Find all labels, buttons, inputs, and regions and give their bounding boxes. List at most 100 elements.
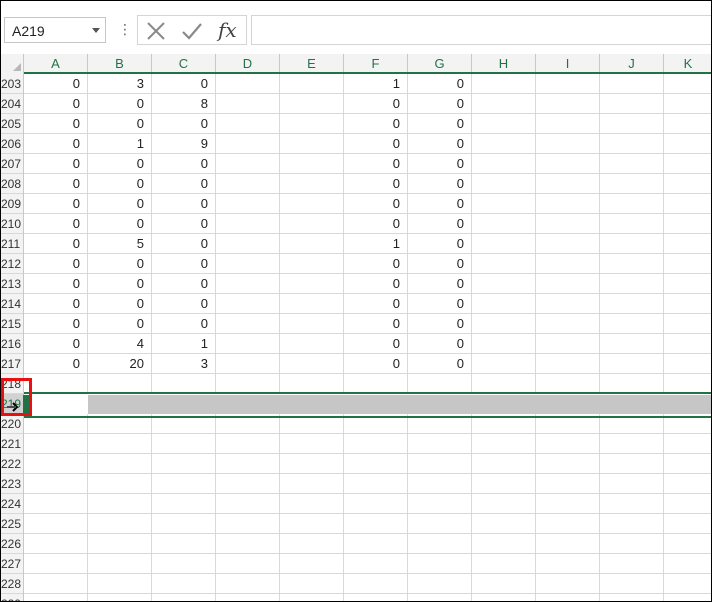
cell-grid[interactable]: 0 20 3 0 0 0 4 1 0 0 0 0 0 0 0 0 0 0 0 0 0 0 0 0 0 0 0 0 0 0 0 5 0 1 0 0 0 0 0… <box>24 74 711 601</box>
insert-function-icon[interactable]: fx <box>218 16 242 42</box>
column-header-d[interactable]: D <box>216 54 280 72</box>
cell-d204[interactable] <box>216 94 280 114</box>
cell-c217[interactable]: 3 <box>152 354 216 374</box>
cell-b212[interactable]: 0 <box>88 254 152 274</box>
cell-c214[interactable]: 0 <box>152 294 216 314</box>
cell-g207[interactable]: 0 <box>408 154 472 174</box>
cell-g222[interactable] <box>408 454 472 474</box>
cell-e226[interactable] <box>280 534 344 554</box>
cell-c218[interactable] <box>152 374 216 394</box>
cell-d213[interactable] <box>216 274 280 294</box>
column-header-j[interactable]: J <box>600 54 664 72</box>
cell-c220[interactable] <box>152 414 216 434</box>
cell-g228[interactable] <box>408 574 472 594</box>
cell-g205[interactable]: 0 <box>408 114 472 134</box>
cell-d212[interactable] <box>216 254 280 274</box>
cell-d223[interactable] <box>216 474 280 494</box>
cell-h213[interactable] <box>472 274 536 294</box>
cell-e212[interactable] <box>280 254 344 274</box>
cell-b217[interactable]: 20 <box>88 354 152 374</box>
cell-f207[interactable]: 0 <box>344 154 408 174</box>
cell-b209[interactable]: 0 <box>88 194 152 214</box>
cell-i222[interactable] <box>536 454 600 474</box>
cell-h216[interactable] <box>472 334 536 354</box>
cell-k226[interactable] <box>664 534 711 554</box>
cell-f223[interactable] <box>344 474 408 494</box>
cell-k206[interactable] <box>664 134 711 154</box>
cell-e224[interactable] <box>280 494 344 514</box>
formula-input[interactable] <box>251 15 711 45</box>
cell-h228[interactable] <box>472 574 536 594</box>
cell-d215[interactable] <box>216 314 280 334</box>
cell-b204[interactable]: 0 <box>88 94 152 114</box>
cell-i227[interactable] <box>536 554 600 574</box>
cell-a217[interactable]: 0 <box>24 354 88 374</box>
cell-k215[interactable] <box>664 314 711 334</box>
cell-b205[interactable]: 0 <box>88 114 152 134</box>
cell-e207[interactable] <box>280 154 344 174</box>
cell-d203[interactable] <box>216 74 280 94</box>
cell-k229[interactable] <box>664 594 711 601</box>
cell-g215[interactable]: 0 <box>408 314 472 334</box>
cell-j208[interactable] <box>600 174 664 194</box>
cell-d207[interactable] <box>216 154 280 174</box>
row-header-216[interactable]: 216 <box>1 334 23 354</box>
cell-i216[interactable] <box>536 334 600 354</box>
cell-i229[interactable] <box>536 594 600 601</box>
cell-h226[interactable] <box>472 534 536 554</box>
cell-c215[interactable]: 0 <box>152 314 216 334</box>
cell-j204[interactable] <box>600 94 664 114</box>
row-header-228[interactable]: 228 <box>1 574 23 594</box>
cell-f210[interactable]: 0 <box>344 214 408 234</box>
cell-f208[interactable]: 0 <box>344 174 408 194</box>
row-header-205[interactable]: 205 <box>1 114 23 134</box>
cell-h211[interactable] <box>472 234 536 254</box>
cell-d214[interactable] <box>216 294 280 314</box>
cell-c212[interactable]: 0 <box>152 254 216 274</box>
cell-g212[interactable]: 0 <box>408 254 472 274</box>
cell-h205[interactable] <box>472 114 536 134</box>
cell-d220[interactable] <box>216 414 280 434</box>
cell-c226[interactable] <box>152 534 216 554</box>
cell-d216[interactable] <box>216 334 280 354</box>
cell-i210[interactable] <box>536 214 600 234</box>
cell-j210[interactable] <box>600 214 664 234</box>
cell-j223[interactable] <box>600 474 664 494</box>
cell-b206[interactable]: 1 <box>88 134 152 154</box>
name-box[interactable]: A219 <box>4 17 106 43</box>
cell-h209[interactable] <box>472 194 536 214</box>
cell-c204[interactable]: 8 <box>152 94 216 114</box>
cell-j207[interactable] <box>600 154 664 174</box>
cell-k227[interactable] <box>664 554 711 574</box>
cell-e213[interactable] <box>280 274 344 294</box>
cell-b213[interactable]: 0 <box>88 274 152 294</box>
cell-k224[interactable] <box>664 494 711 514</box>
cell-a213[interactable]: 0 <box>24 274 88 294</box>
cell-f216[interactable]: 0 <box>344 334 408 354</box>
cell-a212[interactable]: 0 <box>24 254 88 274</box>
cell-f212[interactable]: 0 <box>344 254 408 274</box>
row-header-217[interactable]: 217 <box>1 354 23 374</box>
cell-e215[interactable] <box>280 314 344 334</box>
cell-c210[interactable]: 0 <box>152 214 216 234</box>
row-header-212[interactable]: 212 <box>1 254 23 274</box>
cell-i224[interactable] <box>536 494 600 514</box>
cell-j222[interactable] <box>600 454 664 474</box>
cell-j229[interactable] <box>600 594 664 601</box>
row-header-220[interactable]: 220 <box>1 414 23 434</box>
cell-e228[interactable] <box>280 574 344 594</box>
cell-b208[interactable]: 0 <box>88 174 152 194</box>
cell-a222[interactable] <box>24 454 88 474</box>
cell-b218[interactable] <box>88 374 152 394</box>
cell-i220[interactable] <box>536 414 600 434</box>
column-header-e[interactable]: E <box>280 54 344 72</box>
cell-g221[interactable] <box>408 434 472 454</box>
cell-d228[interactable] <box>216 574 280 594</box>
cell-e217[interactable] <box>280 354 344 374</box>
cell-f226[interactable] <box>344 534 408 554</box>
cell-c227[interactable] <box>152 554 216 574</box>
cell-e214[interactable] <box>280 294 344 314</box>
cell-a226[interactable] <box>24 534 88 554</box>
column-header-b[interactable]: B <box>88 54 152 72</box>
cell-b228[interactable] <box>88 574 152 594</box>
